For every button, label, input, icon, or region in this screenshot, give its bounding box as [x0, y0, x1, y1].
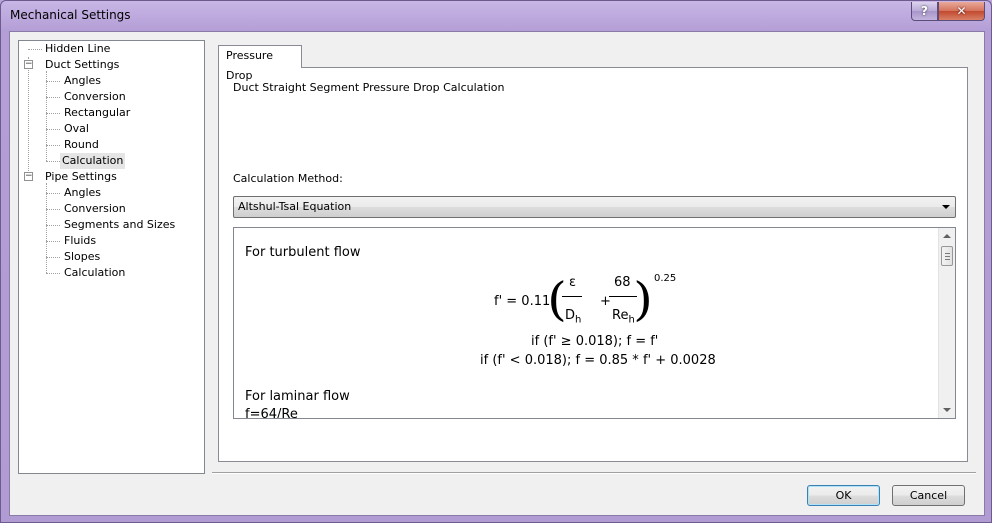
tree-item-pipe-angles[interactable]: Angles — [62, 185, 103, 201]
tree-line — [46, 273, 60, 274]
tree-item-duct-conversion[interactable]: Conversion — [62, 89, 128, 105]
tree-line — [46, 241, 60, 242]
re-symbol: Re — [612, 308, 629, 323]
close-icon: ✕ — [956, 4, 967, 18]
tree-item-duct-rectangular[interactable]: Rectangular — [62, 105, 132, 121]
close-button[interactable]: ✕ — [938, 2, 985, 21]
tree-line — [46, 71, 47, 161]
calculation-method-select[interactable]: Altshul-Tsal Equation — [233, 196, 956, 218]
tree-line — [46, 97, 60, 98]
title-bar[interactable]: Mechanical Settings ? ✕ — [1, 1, 991, 31]
tree-line — [28, 49, 42, 50]
formula-viewer[interactable]: For turbulent flow f' = 0.11 ( ε Dh + 68… — [233, 227, 956, 419]
exponent: 0.25 — [654, 273, 677, 284]
h-subscript: h — [575, 314, 582, 326]
tree-line — [46, 113, 60, 114]
scroll-grip — [945, 256, 950, 257]
close-paren: ) — [633, 272, 653, 326]
laminar-flow-heading: For laminar flow — [245, 389, 350, 404]
help-icon: ? — [921, 4, 928, 18]
ok-button[interactable]: OK — [807, 485, 880, 506]
tree-item-pipe-calculation[interactable]: Calculation — [62, 265, 127, 281]
tab-pressure-drop[interactable]: Pressure Drop — [218, 45, 302, 82]
tree-item-pipe-fluids[interactable]: Fluids — [62, 233, 98, 249]
settings-tree[interactable]: Hidden Line − Duct Settings Angles Conve… — [18, 40, 205, 474]
laminar-flow-formula: f=64/Re — [245, 407, 298, 419]
tree-item-duct-oval[interactable]: Oval — [62, 121, 91, 137]
scroll-grip — [945, 253, 950, 254]
pressure-drop-panel: Duct Straight Segment Pressure Drop Calc… — [218, 67, 968, 462]
tree-item-pipe-conversion[interactable]: Conversion — [62, 201, 128, 217]
tree-item-duct-settings[interactable]: Duct Settings — [43, 57, 121, 73]
tree-line — [46, 129, 60, 130]
scroll-up-icon[interactable] — [943, 234, 951, 238]
turbulent-condition-1: if (f' ≥ 0.018); f = f' — [531, 334, 659, 349]
panel-heading: Duct Straight Segment Pressure Drop Calc… — [233, 81, 505, 94]
tree-line — [46, 225, 60, 226]
window-title: Mechanical Settings — [10, 8, 131, 22]
formula-lhs: f' = 0.11 — [494, 294, 551, 309]
fraction1-bar — [562, 296, 582, 297]
tree-line — [46, 183, 47, 273]
scroll-grip — [945, 259, 950, 260]
tree-item-duct-angles[interactable]: Angles — [62, 73, 103, 89]
calculation-method-label: Calculation Method: — [233, 172, 343, 185]
tree-item-pipe-segments-sizes[interactable]: Segments and Sizes — [62, 217, 177, 233]
tree-line — [46, 81, 60, 82]
formula-content: For turbulent flow f' = 0.11 ( ε Dh + 68… — [234, 228, 939, 418]
tree-line — [46, 209, 60, 210]
calculation-method-value: Altshul-Tsal Equation — [238, 200, 352, 213]
scroll-thumb[interactable] — [941, 246, 953, 266]
formula-scrollbar[interactable] — [938, 228, 955, 418]
tree-line — [46, 161, 60, 162]
tree-line — [46, 145, 60, 146]
fraction2-numerator: 68 — [614, 275, 631, 290]
tree-item-pipe-slopes[interactable]: Slopes — [62, 249, 102, 265]
dialog-client: Hidden Line − Duct Settings Angles Conve… — [9, 31, 985, 516]
fraction1-denominator: Dh — [565, 308, 581, 326]
open-paren: ( — [547, 272, 567, 326]
mechanical-settings-window: Mechanical Settings ? ✕ Hidden Line − Du… — [0, 0, 992, 523]
tree-item-pipe-settings[interactable]: Pipe Settings — [43, 169, 119, 185]
tree-item-hidden-line[interactable]: Hidden Line — [43, 41, 112, 57]
tree-line — [28, 57, 29, 177]
tree-item-duct-calculation[interactable]: Calculation — [60, 153, 126, 169]
footer-separator — [212, 472, 976, 474]
tree-line — [46, 257, 60, 258]
turbulent-flow-heading: For turbulent flow — [245, 245, 361, 260]
turbulent-condition-2: if (f' < 0.018); f = 0.85 * f' + 0.0028 — [480, 353, 716, 368]
fraction1-numerator: ε — [569, 275, 577, 290]
cancel-button[interactable]: Cancel — [892, 485, 965, 506]
tree-line — [46, 193, 60, 194]
d-symbol: D — [565, 308, 576, 323]
fraction2-denominator: Reh — [612, 308, 635, 326]
collapse-icon[interactable]: − — [24, 60, 33, 69]
help-button[interactable]: ? — [911, 2, 938, 21]
chevron-down-icon — [942, 205, 950, 209]
collapse-icon[interactable]: − — [24, 172, 33, 181]
tree-item-duct-round[interactable]: Round — [62, 137, 101, 153]
scroll-down-icon[interactable] — [943, 408, 951, 412]
